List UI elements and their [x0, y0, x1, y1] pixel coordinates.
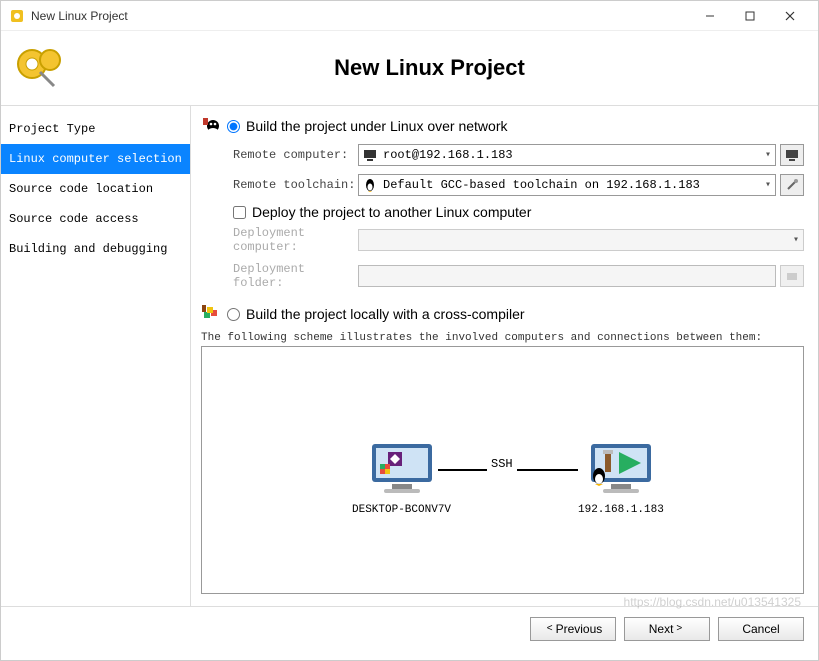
titlebar: New Linux Project	[1, 1, 818, 31]
wizard-header: New Linux Project	[1, 31, 818, 106]
wizard-footer: <Previous Next> Cancel	[1, 606, 818, 650]
sidebar-item-building-and-debugging[interactable]: Building and debugging	[1, 234, 190, 264]
linux-network-icon	[201, 116, 221, 136]
chevron-down-icon: ▾	[793, 234, 799, 246]
chevron-down-icon: ▾	[765, 179, 771, 191]
sidebar-item-source-code-location[interactable]: Source code location	[1, 174, 190, 204]
computer-icon	[363, 148, 377, 162]
remote-computer-node: 192.168.1.183	[578, 442, 664, 516]
remote-computer-value: root@192.168.1.183	[383, 148, 513, 162]
wizard-steps-sidebar: Project Type Linux computer selection So…	[1, 106, 191, 606]
remote-toolchain-label: Remote toolchain:	[233, 178, 358, 192]
window-title: New Linux Project	[31, 9, 690, 23]
deployment-folder-input	[358, 265, 776, 287]
deployment-folder-browse-button	[780, 265, 804, 287]
penguin-icon	[363, 178, 377, 192]
wizard-logo-icon	[12, 42, 67, 97]
connection-diagram: DESKTOP-BCONV7V SSH 192.168.1.183	[201, 346, 804, 594]
deployment-folder-label: Deployment folder:	[233, 262, 358, 290]
remote-toolchain-select[interactable]: Default GCC-based toolchain on 192.168.1…	[358, 174, 776, 196]
deploy-checkbox[interactable]	[233, 206, 246, 219]
deployment-computer-label: Deployment computer:	[233, 226, 358, 254]
build-over-network-label: Build the project under Linux over netwo…	[246, 118, 507, 134]
build-over-network-radio[interactable]	[227, 120, 240, 133]
local-computer-label: DESKTOP-BCONV7V	[352, 504, 451, 516]
app-icon	[9, 8, 25, 24]
chevron-right-icon: >	[676, 623, 682, 634]
deployment-computer-select: ▾	[358, 229, 804, 251]
remote-computer-browse-button[interactable]	[780, 144, 804, 166]
next-button[interactable]: Next>	[624, 617, 710, 641]
local-computer-node: DESKTOP-BCONV7V	[352, 442, 451, 516]
page-title: New Linux Project	[334, 55, 525, 81]
minimize-button[interactable]	[690, 2, 730, 30]
remote-computer-select[interactable]: root@192.168.1.183 ▾	[358, 144, 776, 166]
remote-computer-label: Remote computer:	[233, 148, 358, 162]
connection-label: SSH	[487, 457, 517, 471]
folder-icon	[786, 270, 798, 282]
sidebar-item-source-code-access[interactable]: Source code access	[1, 204, 190, 234]
scheme-caption: The following scheme illustrates the inv…	[201, 332, 804, 344]
previous-button[interactable]: <Previous	[530, 617, 616, 641]
remote-computer-node-label: 192.168.1.183	[578, 504, 664, 516]
monitor-icon	[785, 148, 799, 162]
remote-toolchain-edit-button[interactable]	[780, 174, 804, 196]
wizard-content: Build the project under Linux over netwo…	[191, 106, 818, 606]
chevron-left-icon: <	[547, 623, 553, 634]
watermark: https://blog.csdn.net/u013541325	[624, 595, 801, 609]
build-locally-radio[interactable]	[227, 308, 240, 321]
sidebar-item-project-type[interactable]: Project Type	[1, 114, 190, 144]
cancel-button[interactable]: Cancel	[718, 617, 804, 641]
maximize-button[interactable]	[730, 2, 770, 30]
deploy-checkbox-label: Deploy the project to another Linux comp…	[252, 204, 531, 220]
chevron-down-icon: ▾	[765, 149, 771, 161]
cross-compiler-icon	[201, 304, 221, 324]
sidebar-item-linux-computer-selection[interactable]: Linux computer selection	[1, 144, 190, 174]
build-locally-label: Build the project locally with a cross-c…	[246, 306, 525, 322]
close-button[interactable]	[770, 2, 810, 30]
wand-icon	[785, 178, 799, 192]
remote-toolchain-value: Default GCC-based toolchain on 192.168.1…	[383, 178, 700, 192]
